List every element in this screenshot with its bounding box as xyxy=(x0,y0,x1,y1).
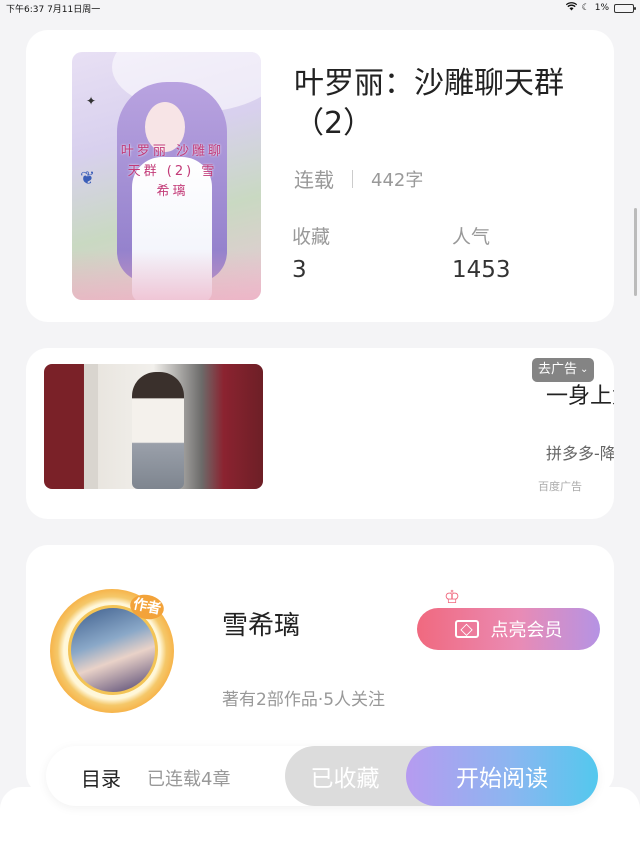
status-time-date: 下午6:37 7月11日周一 xyxy=(6,5,101,15)
start-reading-button[interactable]: 开始阅读 xyxy=(406,746,598,806)
chapter-count[interactable]: 已连载4章 xyxy=(147,765,230,791)
remove-ad-label: 去广告 xyxy=(538,362,578,377)
activate-vip-button[interactable]: ◇ 点亮会员 xyxy=(417,608,600,650)
remove-ad-button[interactable]: 去广告 ⌄ xyxy=(532,358,595,382)
stat-value: 3 xyxy=(292,257,307,283)
battery-icon xyxy=(614,3,636,13)
moon-icon: ☾ xyxy=(581,3,590,13)
vip-button-label: 点亮会员 xyxy=(490,620,563,641)
favorited-label: 已收藏 xyxy=(310,766,380,792)
meta-divider xyxy=(352,169,353,188)
ad-card[interactable]: 一身上太 拼多多-降价 百度广告 去广告 ⌄ xyxy=(26,348,614,519)
stat-label: 人气 xyxy=(452,226,491,248)
ad-headline[interactable]: 一身上太 xyxy=(546,378,614,410)
ad-image-door xyxy=(84,364,98,489)
cover-title-text: 叶罗丽 沙雕聊天群 (2) 雪希璃 xyxy=(120,144,225,199)
ad-image[interactable] xyxy=(44,364,263,489)
stat-favorites: 收藏 3 xyxy=(292,222,330,283)
toc-button[interactable]: 目录 xyxy=(81,763,121,792)
chevron-down-icon: ⌄ xyxy=(580,364,589,375)
cover-flowers xyxy=(72,250,261,300)
author-name[interactable]: 雪希璃 xyxy=(222,605,300,642)
book-status: 连载 xyxy=(294,168,334,192)
book-meta: 连载 442字 xyxy=(294,164,423,193)
stat-value: 1453 xyxy=(452,257,511,283)
ad-subtitle[interactable]: 拼多多-降价 xyxy=(546,440,614,464)
crown-icon: ♔ xyxy=(444,587,461,608)
status-bar: 下午6:37 7月11日周一 ☾ 1% xyxy=(0,0,640,16)
book-cover[interactable]: ❦ ✦ 叶罗丽 沙雕聊天群 (2) 雪希璃 xyxy=(72,52,261,300)
diamond-icon: ◇ xyxy=(454,620,479,638)
ad-image-person xyxy=(132,372,184,489)
bottom-action-bar: 目录 已连载4章 已收藏 开始阅读 xyxy=(46,746,598,806)
stat-label: 收藏 xyxy=(292,226,331,248)
battery-percent: 1% xyxy=(594,3,609,13)
butterfly-icon: ❦ xyxy=(80,168,96,189)
book-title: 叶罗丽：沙雕聊天群（2） xyxy=(294,66,564,141)
ad-source: 百度广告 xyxy=(538,480,582,493)
start-reading-label: 开始阅读 xyxy=(456,766,548,792)
stat-popularity: 人气 1453 xyxy=(452,222,511,283)
book-info-card: ❦ ✦ 叶罗丽 沙雕聊天群 (2) 雪希璃 叶罗丽：沙雕聊天群（2） 连载 44… xyxy=(26,30,614,322)
status-right: ☾ 1% xyxy=(565,2,636,14)
wifi-icon xyxy=(565,2,577,14)
book-word-count: 442字 xyxy=(371,169,424,191)
scrollbar[interactable] xyxy=(634,208,637,296)
author-info: 著有2部作品·5人关注 xyxy=(222,690,386,710)
butterfly-icon: ✦ xyxy=(86,94,97,108)
